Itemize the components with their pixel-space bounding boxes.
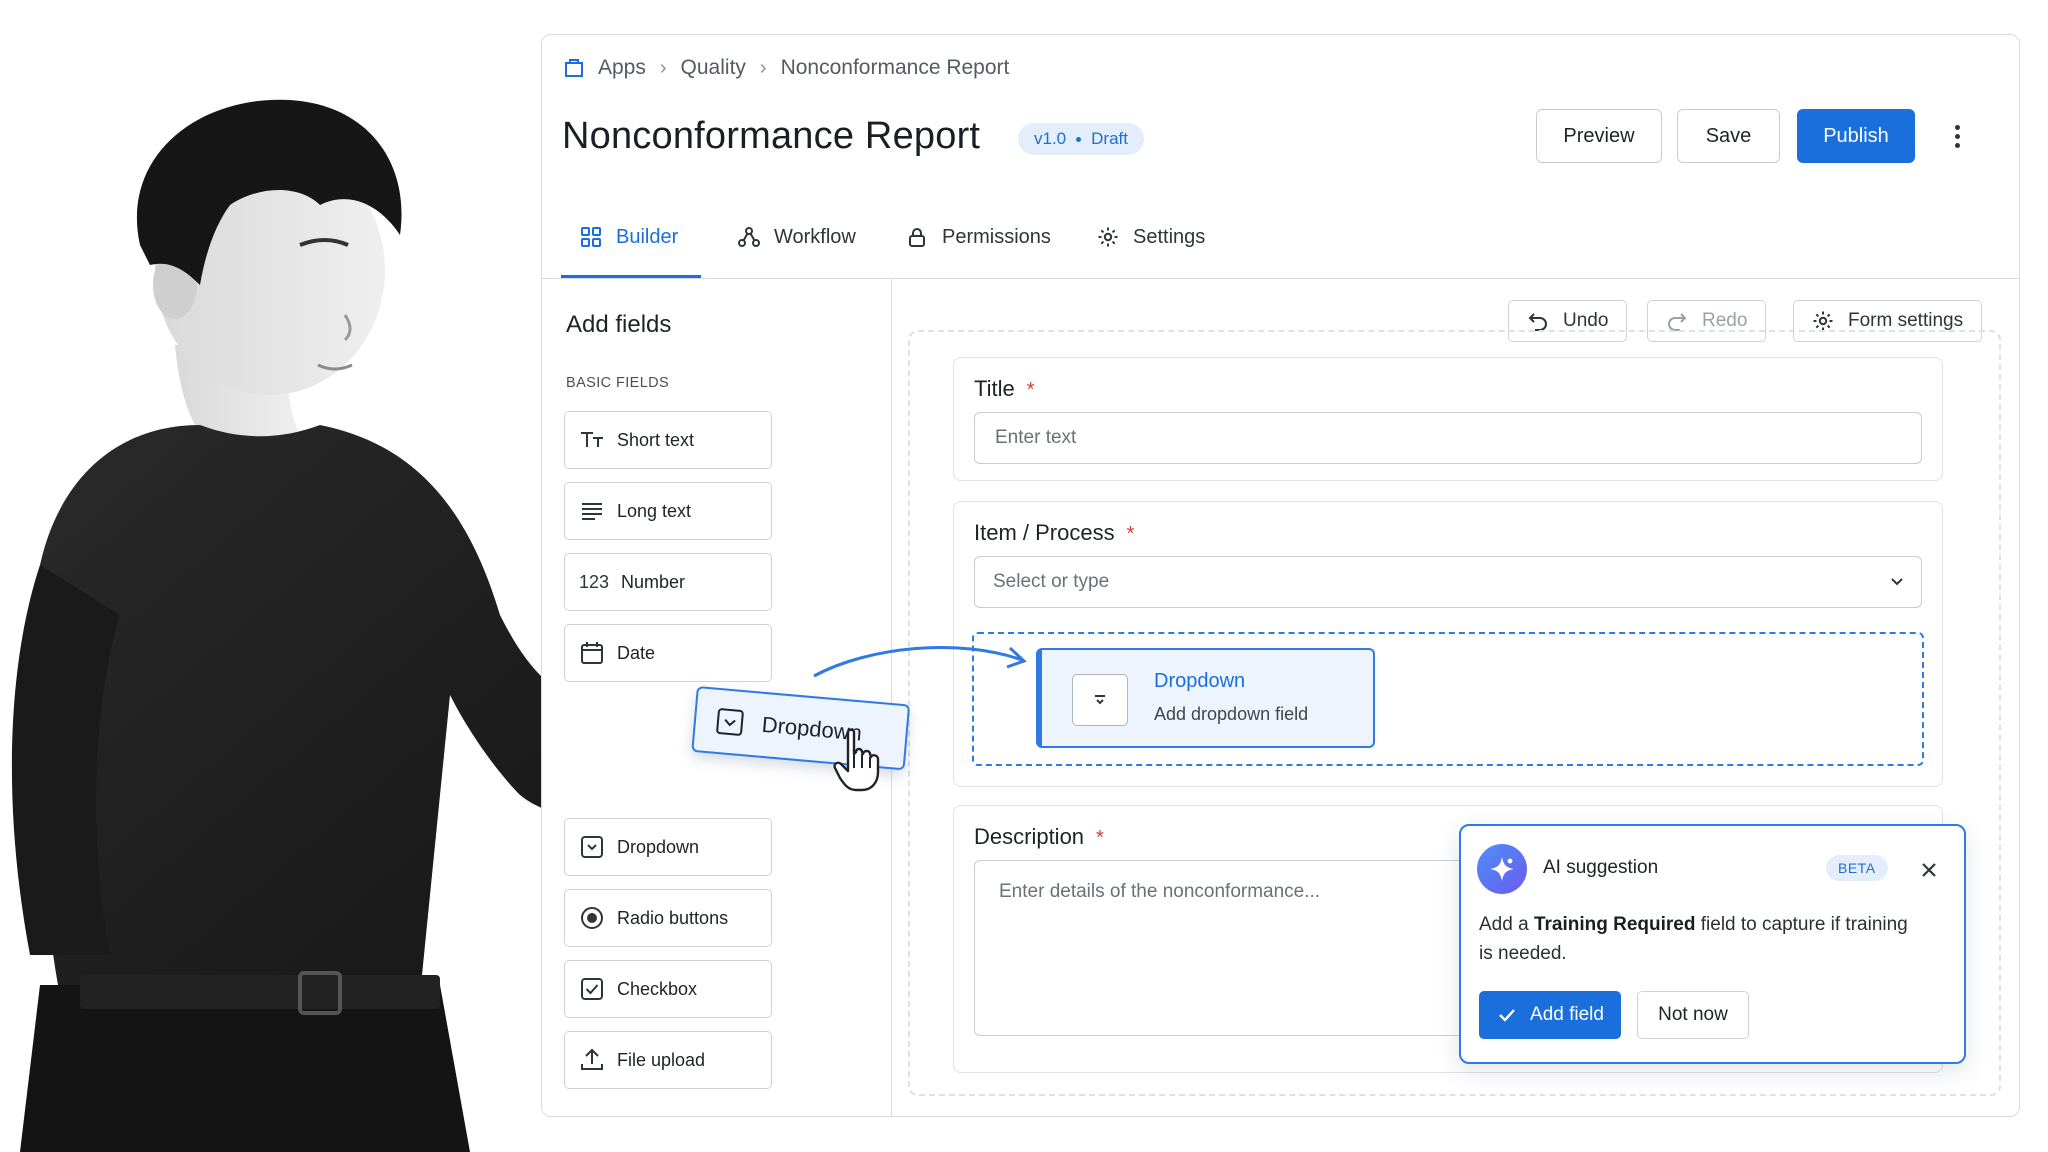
field-label: Radio buttons [617,907,729,928]
add-field-button[interactable]: Add field [1479,991,1621,1039]
title-field-card[interactable]: Title * Enter text [953,357,1943,481]
tab-settings[interactable]: Settings [1097,209,1205,265]
title-field-label: Title * [974,376,1035,402]
tab-builder[interactable]: Builder [580,209,678,265]
beta-badge: BETA [1826,855,1888,881]
tab-workflow-label: Workflow [774,225,856,248]
form-settings-label: Form settings [1848,310,1964,331]
chevron-right-icon: › [759,56,767,79]
dropdown-drop-preview[interactable]: Dropdown Add dropdown field [1036,648,1375,748]
select-placeholder: Select or type [993,571,1110,592]
tab-settings-label: Settings [1133,225,1206,248]
item-process-card[interactable]: Item / Process * Select or type Dropdown … [953,501,1943,787]
field-date[interactable]: Date [564,624,772,682]
page-title: Nonconformance Report [562,115,981,157]
workflow-icon [738,226,760,248]
required-marker: * [1126,523,1135,545]
field-label: Dropdown [617,836,700,857]
not-now-button[interactable]: Not now [1637,991,1749,1039]
label-text: Description [974,824,1085,849]
sparkle-icon [1477,844,1527,894]
lock-icon [906,226,928,248]
field-number[interactable]: 123 Number [564,553,772,611]
label-text: Item / Process [974,520,1115,545]
field-label: Long text [617,500,692,521]
description-field-label: Description * [974,824,1104,850]
breadcrumb: Apps › Quality › Nonconformance Report [562,55,1009,81]
tab-bar: Builder Workflow Permissions Settings [542,195,2019,279]
close-icon[interactable] [1913,854,1945,886]
item-select[interactable]: Select or type [974,556,1922,608]
more-options-icon[interactable] [1942,115,1972,157]
breadcrumb-current: Nonconformance Report [780,56,1010,79]
version-label: v1.0 [1034,129,1067,148]
redo-label: Redo [1702,310,1748,331]
upload-icon [579,1047,605,1073]
breadcrumb-apps[interactable]: Apps [598,56,646,80]
dropdown-icon [1072,674,1128,726]
tab-workflow[interactable]: Workflow [738,209,856,265]
required-marker: * [1026,379,1035,401]
hand-cursor-icon [833,728,880,792]
apps-box-icon [562,56,586,80]
drop-preview-title: Dropdown [1154,670,1246,692]
gear-icon [1097,226,1119,248]
drop-zone[interactable]: Dropdown Add dropdown field [972,632,1924,766]
checkbox-icon [579,976,605,1002]
long-text-icon [579,498,605,524]
short-text-icon [579,427,605,453]
label-text: Title [974,376,1015,401]
chevron-down-icon [1887,571,1907,591]
field-label: Date [617,642,656,663]
number-icon: 123 [578,571,610,592]
field-label: Number [621,571,686,592]
publish-button[interactable]: Publish [1797,109,1915,163]
field-label: Checkbox [617,978,698,999]
field-label: Short text [617,429,695,450]
section-label: BASIC FIELDS [566,375,670,391]
title-input[interactable]: Enter text [974,412,1922,464]
field-short-text[interactable]: Short text [564,411,772,469]
tab-permissions[interactable]: Permissions [906,209,1051,265]
ai-suggestion-text: Add a Training Required field to capture… [1479,914,1908,964]
dot-separator [1076,136,1082,142]
grid-icon [580,226,602,248]
preview-button[interactable]: Preview [1536,109,1662,163]
breadcrumb-quality[interactable]: Quality [681,56,746,80]
required-marker: * [1096,827,1104,849]
check-icon [1499,1009,1515,1022]
field-long-text[interactable]: Long text [564,482,772,540]
drag-arrow-icon [813,645,1027,678]
ai-suggestion-popover: AI suggestion BETA Add a Training Requir… [1459,824,1966,1064]
dropdown-icon [715,707,745,737]
tab-permissions-label: Permissions [942,225,1051,248]
drop-preview-subtitle: Add dropdown field [1154,704,1309,724]
dropdown-icon [579,834,605,860]
tab-builder-label: Builder [616,225,679,248]
version-badge: v1.0 Draft [1018,123,1144,155]
chevron-right-icon: › [659,56,667,79]
field-file-upload[interactable]: File upload [564,1031,772,1089]
undo-icon [1527,310,1549,332]
gear-icon [1812,310,1834,332]
field-checkbox[interactable]: Checkbox [564,960,772,1018]
field-label: File upload [617,1049,706,1070]
status-label: Draft [1091,129,1128,148]
redo-icon [1666,310,1688,332]
undo-label: Undo [1563,310,1609,331]
panel-title: Add fields [566,311,672,338]
active-tab-indicator [561,275,701,278]
calendar-icon [579,640,605,666]
field-dropdown[interactable]: Dropdown [564,818,772,876]
radio-icon [579,905,605,931]
add-field-label: Add field [1530,1004,1604,1025]
ai-suggestion-title: AI suggestion [1543,857,1659,878]
item-field-label: Item / Process * [974,520,1134,546]
field-radio-buttons[interactable]: Radio buttons [564,889,772,947]
save-button[interactable]: Save [1677,109,1780,163]
